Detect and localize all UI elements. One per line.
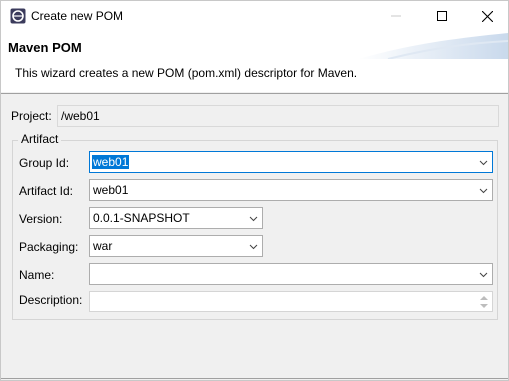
close-icon (481, 10, 493, 22)
packaging-combo[interactable]: war (89, 235, 263, 257)
artifact-id-combo[interactable]: web01 (89, 179, 493, 201)
wizard-title: Maven POM (8, 40, 82, 55)
chevron-down-icon[interactable] (479, 186, 488, 195)
version-combo[interactable]: 0.0.1-SNAPSHOT (89, 207, 263, 229)
artifact-id-value: web01 (93, 183, 129, 197)
chevron-down-icon[interactable] (479, 270, 488, 279)
wizard-description: This wizard creates a new POM (pom.xml) … (15, 66, 358, 80)
project-label: Project: (11, 109, 52, 123)
scroll-arrows-icon[interactable] (478, 294, 490, 310)
window-title: Create new POM (31, 9, 124, 23)
chevron-down-icon[interactable] (479, 158, 488, 167)
packaging-value: war (93, 239, 113, 253)
minimize-button[interactable] (373, 1, 419, 31)
name-label: Name: (19, 268, 55, 282)
close-button[interactable] (464, 1, 509, 31)
version-label: Version: (19, 212, 63, 226)
wizard-header: Maven POM This wizard creates a new POM … (1, 31, 508, 92)
description-label: Description: (19, 293, 83, 307)
artifact-id-label: Artifact Id: (19, 184, 74, 198)
minimize-icon (391, 15, 401, 17)
name-combo[interactable] (89, 263, 493, 285)
project-value: /web01 (61, 109, 100, 123)
packaging-label: Packaging: (19, 240, 79, 254)
title-bar[interactable]: Create new POM (1, 1, 508, 31)
chevron-down-icon[interactable] (249, 214, 258, 223)
maximize-icon (437, 11, 447, 21)
create-pom-dialog: Create new POM Maven POM This wizard cre… (0, 0, 509, 381)
header-separator (1, 93, 508, 94)
header-banner-graphic (358, 33, 508, 59)
version-value: 0.0.1-SNAPSHOT (93, 211, 190, 225)
maximize-button[interactable] (419, 1, 465, 31)
group-id-value: web01 (92, 155, 130, 169)
project-field: /web01 (57, 105, 499, 127)
group-id-label: Group Id: (19, 156, 70, 170)
group-id-combo[interactable]: web01 (89, 151, 493, 173)
artifact-group-label: Artifact (18, 132, 62, 146)
chevron-down-icon[interactable] (249, 242, 258, 251)
footer-separator (1, 378, 508, 379)
eclipse-icon (10, 8, 26, 24)
description-textarea[interactable] (89, 291, 493, 312)
